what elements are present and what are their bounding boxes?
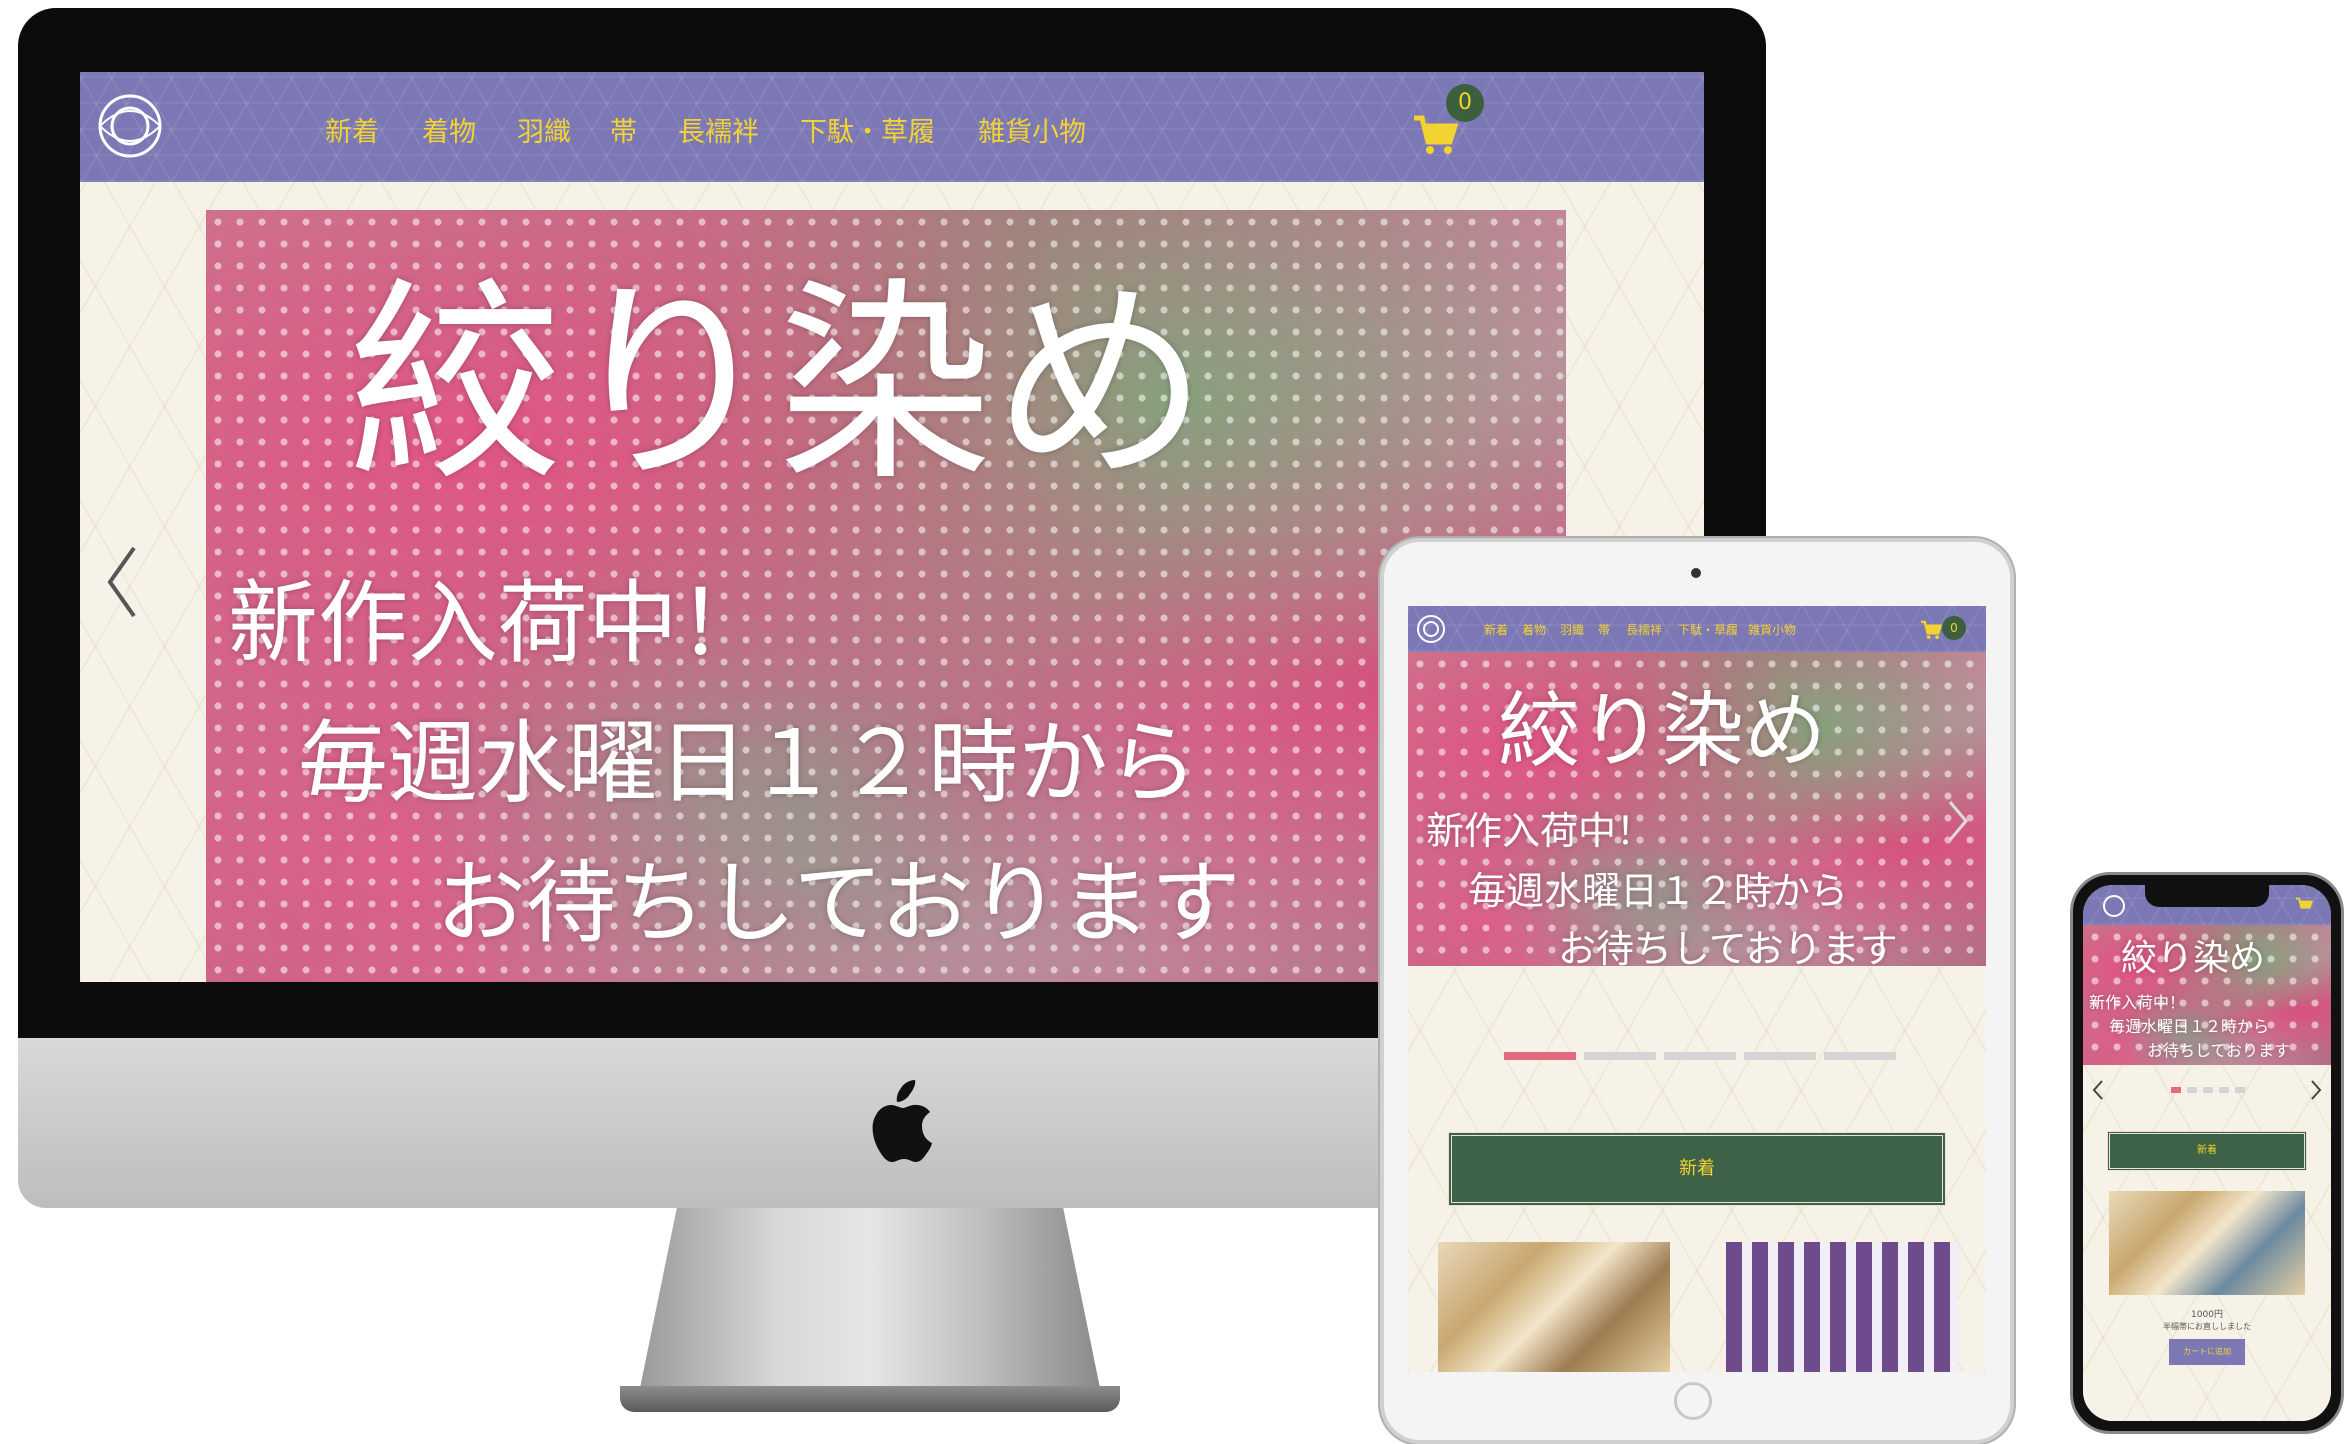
desktop-hero-slide[interactable]: 絞り染め 新作入荷中！ 毎週水曜日１２時から お待ちしております (206, 210, 1566, 982)
product-note: 半幅帯にお直ししました (2163, 1322, 2251, 1331)
hero-line1: 新作入荷中！ (1426, 809, 1655, 853)
iphone-notch (2145, 885, 2269, 907)
hero-title: 絞り染め (2121, 938, 2266, 979)
cart-icon[interactable] (1412, 114, 1459, 156)
nav-item-nagajuban[interactable]: 長襦袢 (1626, 621, 1662, 638)
nav-item-geta[interactable]: 下駄・草履 (800, 110, 935, 149)
hero-line3: お待ちしております (2147, 1041, 2291, 1060)
product-image[interactable] (1438, 1242, 1670, 1372)
iphone-screen: 絞り染め 新作入荷中！ 毎週水曜日１２時から お待ちしております 新着 1000… (2083, 885, 2331, 1421)
tablet-navbar: 新着 着物 羽織 帯 長襦袢 下駄・草履 雑貨小物 0 (1408, 606, 1986, 652)
ipad-device: 新着 着物 羽織 帯 長襦袢 下駄・草履 雑貨小物 0 絞り染め 新作入荷中！ … (1380, 538, 2014, 1444)
add-to-cart-button[interactable]: カートに追加 (2169, 1339, 2245, 1365)
product-image[interactable] (1726, 1242, 1958, 1372)
desktop-navbar: 新着 着物 羽織 帯 長襦袢 下駄・草履 雑貨小物 0 (80, 72, 1704, 182)
nav-item-kimono[interactable]: 着物 (422, 110, 476, 149)
carousel-indicator-1[interactable] (1504, 1052, 1576, 1060)
hero-line2: 毎週水曜日１２時から (298, 711, 1198, 816)
carousel-indicator-2[interactable] (1584, 1052, 1656, 1060)
nav-item-nagajuban[interactable]: 長襦袢 (678, 110, 759, 149)
cart-count-badge: 0 (1942, 616, 1966, 640)
new-arrivals-label: 新着 (2197, 1145, 2217, 1156)
new-arrivals-heading: 新着 (2107, 1131, 2307, 1171)
product-price: 1000円 (2191, 1310, 2223, 1320)
nav-item-haori[interactable]: 羽織 (1560, 621, 1584, 638)
chevron-left-icon[interactable] (102, 542, 142, 622)
new-arrivals-label: 新着 (1679, 1158, 1715, 1179)
cart-icon[interactable] (2295, 897, 2313, 913)
ipad-home-button[interactable] (1674, 1382, 1712, 1420)
peony-logo-icon[interactable] (90, 86, 170, 166)
nav-item-obi[interactable]: 帯 (610, 110, 637, 149)
peony-logo-icon[interactable] (2101, 893, 2127, 919)
hero-title: 絞り染め (348, 259, 1208, 510)
imac-stand (640, 1208, 1100, 1388)
carousel-indicator-4[interactable] (1744, 1052, 1816, 1060)
hero-line1: 新作入荷中！ (228, 571, 768, 676)
cart-count-badge: 0 (1446, 84, 1484, 122)
product-image[interactable] (2109, 1191, 2305, 1295)
nav-item-new[interactable]: 新着 (1484, 621, 1508, 638)
chevron-left-icon[interactable] (2091, 1079, 2105, 1101)
apple-logo-icon (862, 1080, 934, 1166)
nav-item-goods[interactable]: 雑貨小物 (1748, 621, 1796, 638)
nav-item-kimono[interactable]: 着物 (1522, 621, 1546, 638)
carousel-indicator-5[interactable] (2235, 1087, 2245, 1093)
carousel-indicator-2[interactable] (2187, 1087, 2197, 1093)
tablet-hero-slide[interactable]: 絞り染め 新作入荷中！ 毎週水曜日１２時から お待ちしております (1408, 652, 1986, 966)
nav-item-goods[interactable]: 雑貨小物 (978, 110, 1086, 149)
ipad-camera (1691, 568, 1701, 578)
nav-item-haori[interactable]: 羽織 (517, 110, 571, 149)
hero-line1: 新作入荷中！ (2089, 993, 2186, 1012)
peony-logo-icon[interactable] (1414, 612, 1448, 646)
carousel-indicator-1[interactable] (2171, 1087, 2181, 1093)
chevron-right-icon[interactable] (2309, 1079, 2323, 1101)
hero-line3: お待ちしております (1558, 927, 1898, 966)
iphone-device: 絞り染め 新作入荷中！ 毎週水曜日１２時から お待ちしております 新着 1000… (2070, 872, 2344, 1434)
imac-stand-base (620, 1386, 1120, 1412)
nav-item-obi[interactable]: 帯 (1598, 621, 1610, 638)
carousel-indicator-3[interactable] (2203, 1087, 2213, 1093)
hero-title: 絞り染め (1498, 684, 1827, 779)
hero-line2: 毎週水曜日１２時から (1468, 869, 1849, 913)
mobile-hero-slide[interactable]: 絞り染め 新作入荷中！ 毎週水曜日１２時から お待ちしております (2083, 925, 2331, 1065)
chevron-right-icon[interactable] (1946, 798, 1970, 844)
carousel-indicator-3[interactable] (1664, 1052, 1736, 1060)
nav-item-new[interactable]: 新着 (325, 110, 379, 149)
carousel-indicator-4[interactable] (2219, 1087, 2229, 1093)
new-arrivals-heading: 新着 (1448, 1132, 1946, 1206)
hero-line2: 毎週水曜日１２時から (2109, 1017, 2270, 1036)
carousel-indicator-5[interactable] (1824, 1052, 1896, 1060)
cart-icon[interactable] (1920, 620, 1943, 640)
nav-item-geta[interactable]: 下駄・草履 (1678, 621, 1738, 638)
hero-line3: お待ちしております (436, 851, 1241, 956)
ipad-screen: 新着 着物 羽織 帯 長襦袢 下駄・草履 雑貨小物 0 絞り染め 新作入荷中！ … (1408, 606, 1986, 1372)
